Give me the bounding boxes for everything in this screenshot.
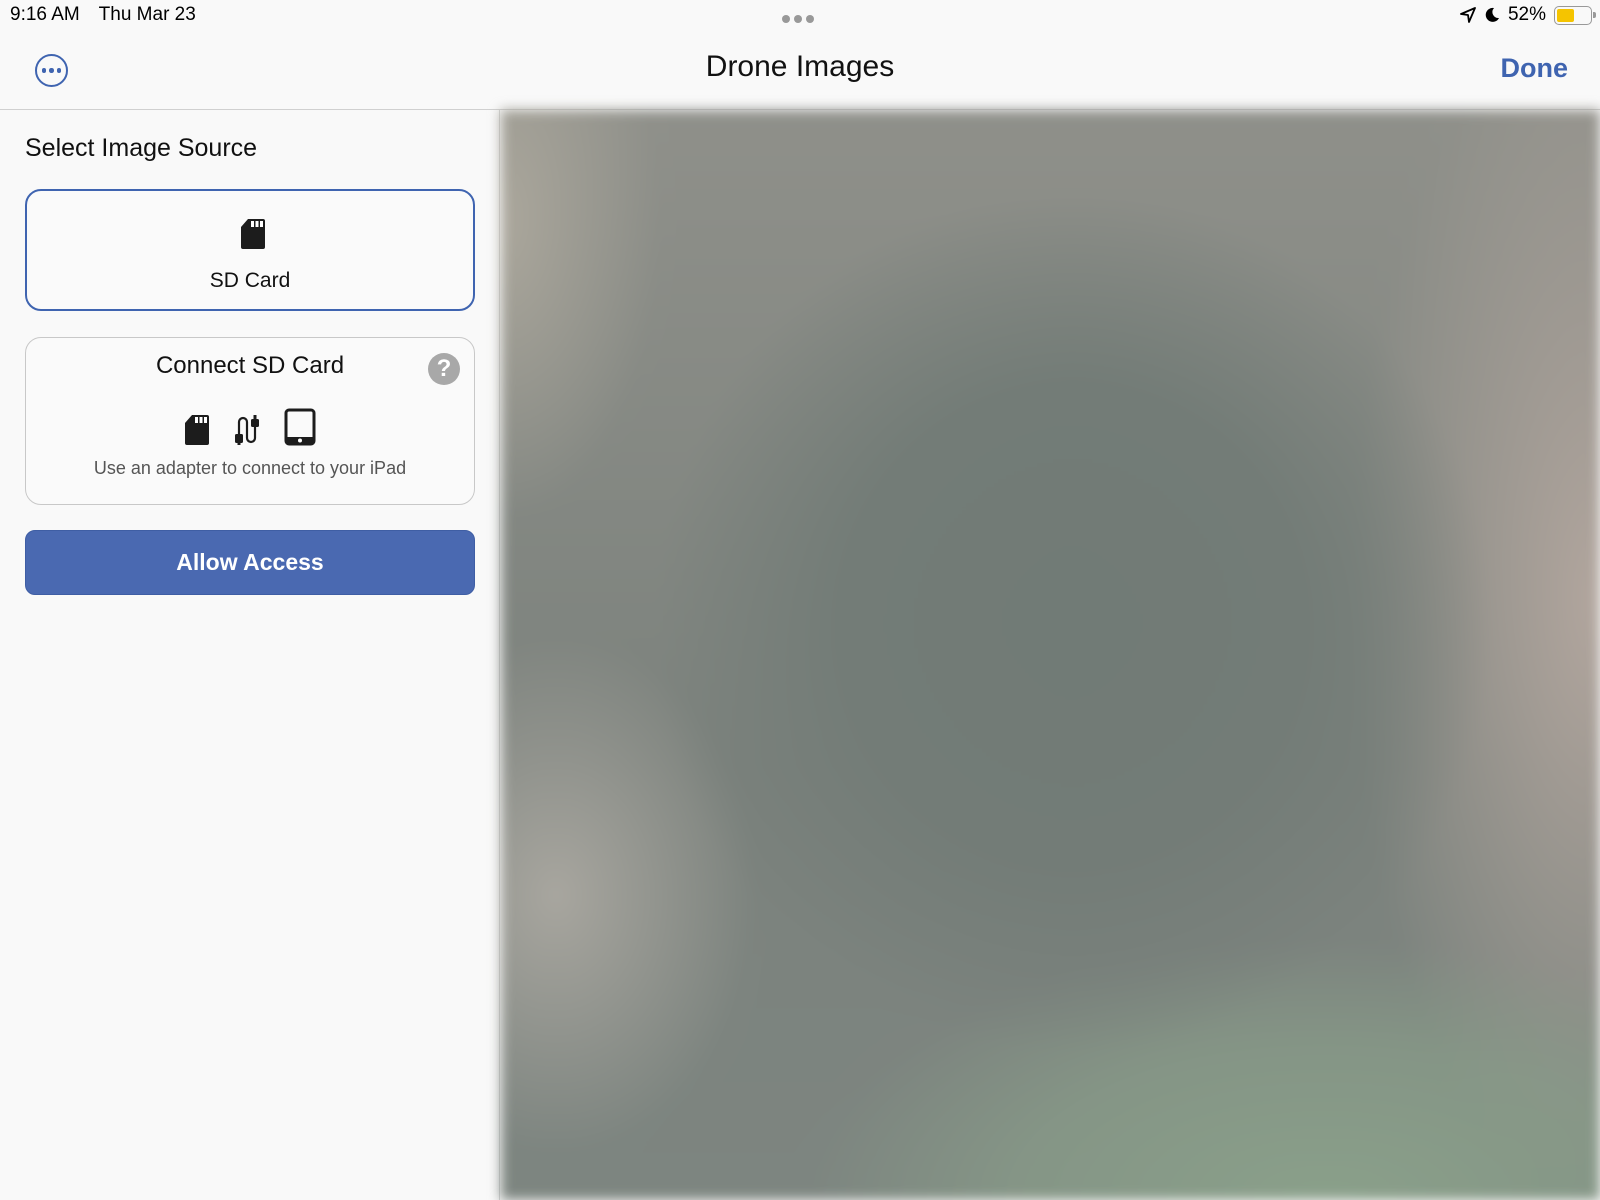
status-right: 52% <box>1460 4 1596 26</box>
navigation-bar: Drone Images Done <box>0 34 1600 110</box>
status-date: Thu Mar 23 <box>98 4 196 25</box>
multitasking-grabber[interactable] <box>782 15 814 23</box>
section-title: Select Image Source <box>25 134 258 162</box>
allow-access-button[interactable]: Allow Access <box>25 530 475 595</box>
drone-image-preview <box>501 110 1600 1200</box>
source-option-sd-card[interactable]: SD Card <box>25 189 475 311</box>
battery-icon <box>1554 5 1596 25</box>
battery-level <box>1557 8 1574 22</box>
status-left: 9:16 AM Thu Mar 23 <box>10 4 210 26</box>
done-button[interactable]: Done <box>1501 53 1569 84</box>
status-time: 9:16 AM <box>10 4 80 25</box>
connection-icons <box>26 408 474 446</box>
status-bar: 9:16 AM Thu Mar 23 52% <box>0 0 1600 34</box>
battery-percent: 52% <box>1507 4 1546 25</box>
connect-sd-card-panel: Connect SD Card ? Use an adapter to conn… <box>25 337 475 505</box>
ipad-icon <box>284 408 316 446</box>
page-title: Drone Images <box>705 50 895 83</box>
connect-card-description: Use an adapter to connect to your iPad <box>93 458 407 478</box>
source-option-label: SD Card <box>209 269 291 292</box>
cable-icon <box>235 415 259 445</box>
moon-icon <box>1485 7 1499 22</box>
sd-card-icon <box>185 415 209 445</box>
connect-card-title: Connect SD Card <box>155 352 345 379</box>
sd-card-icon <box>241 219 265 249</box>
location-arrow-icon <box>1460 7 1476 23</box>
sidebar: Select Image Source SD Card Connect SD C… <box>0 110 500 1200</box>
question-circle-icon[interactable]: ? <box>428 353 460 385</box>
